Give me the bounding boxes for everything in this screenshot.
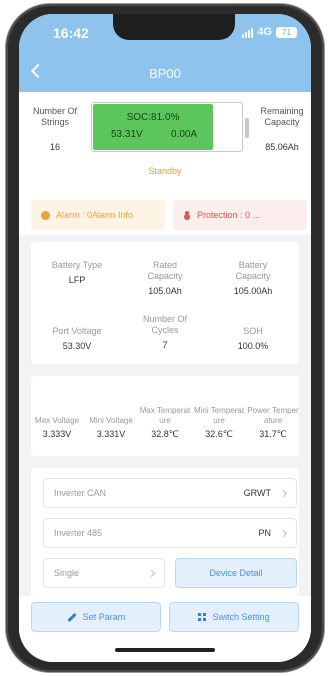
remaining-capacity-label: Remaining Capacity [260,106,304,127]
alarm-text: Alarm : 0Alarm Info [56,210,134,220]
mini-voltage-cell: Mini Voltage 3.331V [85,386,137,439]
strings-value: 16 [49,142,60,152]
info-label: Battery Capacity [235,260,271,281]
switch-setting-button[interactable]: Switch Setting [169,602,299,632]
battery-level-fill [93,104,213,150]
alarm-icon [41,210,50,220]
port-voltage-cell: Port Voltage 53.30V [33,326,121,351]
inverter-can-value: GRWT [243,488,271,498]
status-indicators: 4G 71 [242,26,297,38]
chevron-right-icon [279,529,288,537]
alarm-info-box[interactable]: Alarm : 0Alarm Info [31,200,165,230]
device-detail-button[interactable]: Device Detail [175,558,297,588]
battery-state: Standby [148,166,182,176]
inverter-485-select[interactable]: Inverter 485 PN [43,518,297,548]
power-temperature-cell: Power Temperature 31.7℃ [247,386,299,440]
app-header: 16:42 4G 71 BP00 [19,14,311,92]
info-value: LFP [68,275,86,285]
stat-value: 32.6℃ [205,429,233,439]
stat-label: Mini Temperature [193,406,245,425]
set-param-label: Set Param [82,612,126,622]
mode-select[interactable]: Single [43,558,165,588]
inverter-485-value: PN [258,528,271,538]
info-value: 100.0% [237,341,269,351]
inverter-can-label: Inverter CAN [54,488,107,498]
stat-value: 3.333V [42,429,72,439]
protection-text: Protection : 0 ... [197,210,261,220]
info-value: 105.0Ah [148,286,182,296]
set-param-button[interactable]: Set Param [31,602,161,632]
stat-value: 31.7℃ [259,429,287,439]
camera-notch [113,14,235,40]
protection-info-box[interactable]: Protection : 0 ... [173,200,307,230]
bug-icon [183,210,191,220]
info-label: SOH [243,326,263,336]
chevron-right-icon [147,569,156,577]
page-title: BP00 [149,66,181,81]
remaining-capacity-value: 85.06Ah [265,142,299,152]
info-value: 105.00Ah [233,286,273,296]
status-time: 16:42 [53,25,89,41]
stat-label: Mini Voltage [89,416,133,425]
switch-setting-label: Switch Setting [212,612,270,622]
inverter-485-label: Inverter 485 [54,528,103,538]
soh-cell: SOH 100.0% [209,326,297,351]
settings-card: Inverter CAN GRWT Inverter 485 PN Single… [31,468,299,598]
battery-type-cell: Battery Type LFP [33,260,121,285]
inverter-can-select[interactable]: Inverter CAN GRWT [43,478,297,508]
switch-grid-icon [198,613,207,621]
cycles-cell: Number Of Cycles 7 [121,314,209,350]
stat-value: 32.8℃ [151,429,179,439]
max-voltage-cell: Max Voltage 3.333V [31,386,83,439]
pack-current: 0.00A [171,129,198,140]
max-temperature-cell: Max Temperature 32.8℃ [139,386,191,440]
mode-value: Single [54,568,80,578]
info-label: Number Of Cycles [142,314,187,335]
pack-voltage: 53.31V [111,129,143,140]
soc-panel: Number Of Strings 16 SOC:81.0% 53.31V 0.… [19,92,311,235]
mini-temperature-cell: Mini Temperature 32.6℃ [193,386,245,440]
rated-capacity-cell: Rated Capacity 105.0Ah [121,260,209,296]
info-label: Port Voltage [52,326,102,336]
battery-info-card: Battery Type LFP Rated Capacity 105.0Ah … [31,242,299,364]
info-value: 7 [162,340,168,350]
info-label: Battery Type [51,260,103,270]
network-type: 4G [257,26,272,38]
battery-status-icon: 71 [276,26,297,38]
info-label: Rated Capacity [147,260,183,281]
stat-label: Power Temperature [247,406,299,425]
battery-terminal [245,118,249,138]
chevron-right-icon [279,489,288,497]
pencil-icon [67,612,77,622]
info-value: 53.30V [62,341,92,351]
stat-label: Max Voltage [34,416,80,425]
battery-level-graphic [91,102,243,152]
stat-label: Max Temperature [139,406,191,425]
strings-label: Number Of Strings [32,106,77,127]
battery-capacity-cell: Battery Capacity 105.00Ah [209,260,297,296]
cell-stats-card: Max Voltage 3.333V Mini Voltage 3.331V M… [31,376,299,456]
stat-value: 3.331V [96,429,126,439]
soc-text: SOC:81.0% [126,112,180,123]
signal-icon [242,27,254,38]
bottom-action-bar: Set Param Switch Setting [19,596,311,662]
home-indicator [115,648,215,652]
app-screen: 16:42 4G 71 BP00 Number Of Strings 16 SO… [19,14,311,662]
